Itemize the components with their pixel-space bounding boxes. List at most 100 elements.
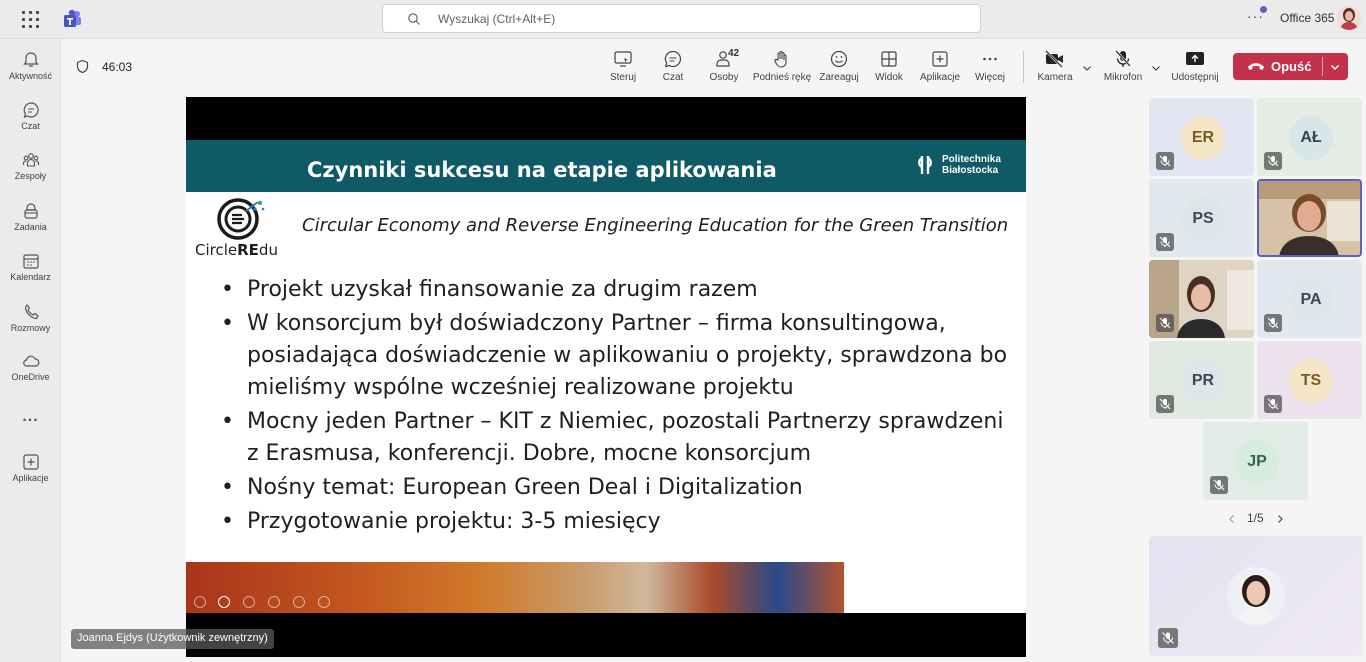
university-logo: Politechnika Białostocka: [913, 153, 1013, 179]
more-icon: [983, 57, 997, 61]
cloud-icon: [22, 355, 39, 367]
university-name-line2: Białostocka: [942, 165, 999, 176]
chevron-left-icon[interactable]: [1226, 513, 1238, 525]
slide-options-icon[interactable]: [318, 596, 330, 608]
leave-options-button[interactable]: [1323, 53, 1348, 80]
participant-avatar: PR: [1181, 359, 1225, 403]
people-count: 42: [728, 48, 740, 59]
view-button[interactable]: Widok: [873, 49, 905, 83]
muted-mic-icon: [1264, 152, 1282, 170]
slides-grid-icon[interactable]: [268, 596, 280, 608]
control-button[interactable]: Steruj: [605, 49, 641, 83]
participant-avatar: PS: [1181, 197, 1225, 241]
gallery-page-indicator: 1/5: [1247, 511, 1264, 525]
participant-tile[interactable]: PA: [1257, 260, 1362, 338]
rail-item-tasks[interactable]: Zadania: [0, 196, 61, 246]
emoji-icon: [830, 50, 848, 68]
circleredu-logo-text: CircleREdu: [195, 241, 278, 259]
participant-tile[interactable]: TS: [1257, 341, 1362, 419]
participant-avatar: TS: [1289, 359, 1333, 403]
search-placeholder: Wyszukaj (Ctrl+Alt+E): [438, 12, 556, 26]
mic-label: Mikrofon: [1103, 72, 1143, 83]
rail-item-chat[interactable]: Czat: [0, 95, 61, 145]
meeting-toolbar: 46:03 Steruj Czat 42 Osoby Podnieś rękę …: [61, 39, 1366, 94]
share-button[interactable]: Udostępnij: [1170, 49, 1220, 83]
camera-off-icon: [1045, 50, 1063, 68]
raise-hand-icon: [774, 50, 787, 68]
participant-tile[interactable]: ER: [1149, 98, 1254, 176]
self-view-tile[interactable]: [1149, 536, 1363, 656]
muted-mic-icon: [1156, 395, 1174, 413]
leave-button[interactable]: Opuść: [1233, 53, 1348, 80]
bell-icon: [22, 52, 39, 67]
chevron-down-icon: [1330, 64, 1340, 71]
rail-label: Rozmowy: [10, 323, 51, 333]
camera-label: Kamera: [1037, 72, 1073, 83]
profile-avatar[interactable]: [1337, 6, 1361, 30]
participant-video-tile[interactable]: [1149, 260, 1254, 338]
search-input[interactable]: Wyszukaj (Ctrl+Alt+E): [382, 4, 981, 33]
more-icon: ...: [22, 408, 39, 425]
participant-tile[interactable]: PR: [1149, 341, 1254, 419]
rail-label: OneDrive: [11, 372, 50, 382]
bullet-item: Mocny jeden Partner – KIT z Niemiec, poz…: [221, 406, 1011, 470]
apps-button[interactable]: Aplikacje: [918, 49, 962, 83]
muted-mic-icon: [1156, 152, 1174, 170]
next-slide-icon[interactable]: [218, 596, 230, 608]
participant-video-tile-active[interactable]: [1257, 179, 1362, 257]
rail-item-teams[interactable]: Zespoły: [0, 145, 61, 195]
rail-item-apps[interactable]: Aplikacje: [0, 447, 61, 497]
self-avatar: [1227, 567, 1285, 625]
view-label: Widok: [875, 72, 903, 83]
bullet-item: Nośny temat: European Green Deal i Digit…: [221, 472, 1011, 504]
gallery-pager: 1/5: [1222, 510, 1292, 528]
chat-button[interactable]: Czat: [657, 49, 689, 83]
people-button[interactable]: 42 Osoby: [704, 48, 744, 83]
muted-mic-icon: [1264, 314, 1282, 332]
app-launcher-icon[interactable]: [22, 11, 40, 29]
rail-item-calendar[interactable]: Kalendarz: [0, 246, 61, 296]
rail-more-button[interactable]: ...: [0, 407, 61, 431]
slide-photo-strip: [186, 562, 844, 613]
participant-avatar: ER: [1181, 116, 1225, 160]
rail-item-calls[interactable]: Rozmowy: [0, 297, 61, 347]
add-apps-icon: [22, 454, 39, 470]
hang-up-icon: [1248, 63, 1264, 70]
pen-icon[interactable]: [243, 596, 255, 608]
participant-tile[interactable]: AŁ: [1257, 98, 1362, 176]
university-logo-icon: [918, 156, 932, 174]
shared-content[interactable]: Czynniki sukcesu na etapie aplikowania P…: [186, 97, 1026, 657]
presenter-name-tag: Joanna Ejdys (Użytkownik zewnętrzny): [71, 629, 274, 649]
rail-label: Kalendarz: [10, 272, 51, 282]
react-button[interactable]: Zareaguj: [818, 49, 860, 83]
mic-options-chevron-icon[interactable]: [1150, 62, 1162, 74]
slide-title: Czynniki sukcesu na etapie aplikowania: [307, 158, 777, 182]
camera-options-chevron-icon[interactable]: [1081, 62, 1093, 74]
more-button[interactable]: Więcej: [973, 49, 1007, 83]
rail-label: Aplikacje: [12, 473, 49, 483]
muted-mic-icon: [1156, 314, 1174, 332]
rail-item-onedrive[interactable]: OneDrive: [0, 346, 61, 396]
leave-main-button[interactable]: Opuść: [1233, 53, 1322, 80]
participant-tile[interactable]: PS: [1149, 179, 1254, 257]
raise-hand-label: Podnieś rękę: [752, 72, 812, 83]
rail-item-activity[interactable]: Aktywność: [0, 45, 61, 95]
slide-subtitle: Circular Economy and Reverse Engineering…: [302, 215, 1009, 236]
camera-button[interactable]: Kamera: [1036, 49, 1074, 83]
shield-icon: [76, 59, 89, 74]
zoom-icon[interactable]: [293, 596, 305, 608]
previous-slide-icon[interactable]: [194, 596, 206, 608]
circleredu-logo: CircleREdu: [194, 197, 289, 263]
chevron-right-icon[interactable]: [1274, 513, 1286, 525]
org-name[interactable]: Office 365: [1280, 11, 1334, 25]
grid-view-icon: [881, 51, 897, 67]
muted-mic-icon: [1264, 395, 1282, 413]
participant-tile[interactable]: JP: [1203, 422, 1308, 500]
search-icon: [408, 13, 420, 25]
calendar-icon: [22, 254, 39, 269]
mic-off-icon: [1115, 50, 1131, 67]
muted-mic-icon: [1156, 233, 1174, 251]
raise-hand-button[interactable]: Podnieś rękę: [751, 49, 813, 83]
slide-bullet-list: Projekt uzyskał finansowanie za drugim r…: [221, 274, 1011, 540]
mic-button[interactable]: Mikrofon: [1102, 49, 1144, 83]
